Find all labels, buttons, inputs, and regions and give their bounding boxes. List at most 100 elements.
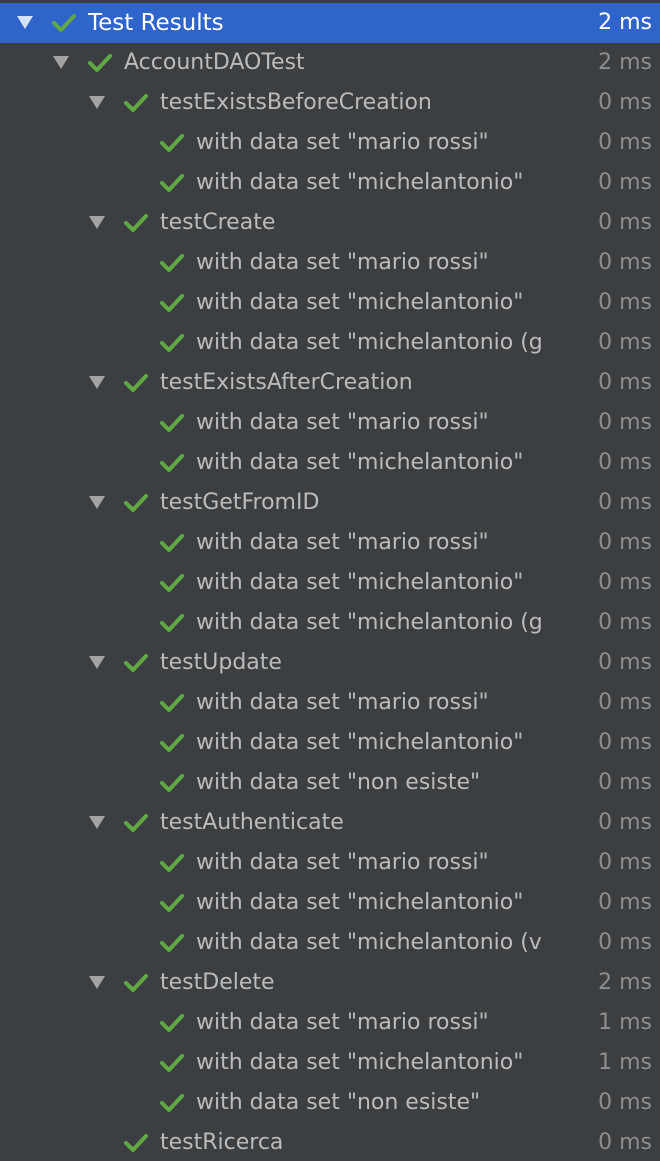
data-set-row[interactable]: with data set "non esiste" 0 ms xyxy=(0,1083,660,1123)
duration-label: 0 ms xyxy=(595,283,652,323)
data-set-row[interactable]: with data set "mario rossi" 0 ms xyxy=(0,843,660,883)
test-name-label: testGetFromID xyxy=(160,490,320,515)
duration-label: 0 ms xyxy=(595,83,652,123)
check-icon xyxy=(124,214,148,232)
data-set-row[interactable]: with data set "michelantonio" 0 ms xyxy=(0,723,660,763)
duration-label: 0 ms xyxy=(595,483,652,523)
duration-label: 0 ms xyxy=(595,763,652,803)
data-set-row[interactable]: with data set "michelantonio" 0 ms xyxy=(0,563,660,603)
chevron-down-icon[interactable] xyxy=(89,376,105,389)
check-icon xyxy=(160,334,184,352)
test-name-label: testCreate xyxy=(160,210,276,235)
test-name-label: with data set "michelantonio" xyxy=(196,1050,524,1075)
duration-label: 0 ms xyxy=(595,923,652,963)
test-name-label: Test Results xyxy=(88,10,224,36)
data-set-row[interactable]: with data set "mario rossi" 0 ms xyxy=(0,683,660,723)
check-icon xyxy=(124,814,148,832)
duration-label: 0 ms xyxy=(595,443,652,483)
check-icon xyxy=(160,414,184,432)
duration-label: 0 ms xyxy=(595,403,652,443)
duration-label: 0 ms xyxy=(595,883,652,923)
tree-row-testcreate[interactable]: testCreate 0 ms xyxy=(0,203,660,243)
tree-row-testdelete[interactable]: testDelete 2 ms xyxy=(0,963,660,1003)
data-set-row[interactable]: with data set "mario rossi" 1 ms xyxy=(0,1003,660,1043)
test-name-label: with data set "michelantonio" xyxy=(196,570,524,595)
tree-row-testauthenticate[interactable]: testAuthenticate 0 ms xyxy=(0,803,660,843)
check-icon xyxy=(160,694,184,712)
check-icon xyxy=(124,1134,148,1152)
chevron-down-icon[interactable] xyxy=(89,496,105,509)
duration-label: 0 ms xyxy=(595,363,652,403)
chevron-down-icon[interactable] xyxy=(53,56,69,69)
duration-label: 0 ms xyxy=(595,123,652,163)
chevron-down-icon[interactable] xyxy=(89,976,105,989)
duration-label: 2 ms xyxy=(595,3,652,43)
tree-row-testexistsaftercreation[interactable]: testExistsAfterCreation 0 ms xyxy=(0,363,660,403)
duration-label: 0 ms xyxy=(595,723,652,763)
tree-row-testexistsbeforecreation[interactable]: testExistsBeforeCreation 0 ms xyxy=(0,83,660,123)
data-set-row[interactable]: with data set "michelantonio (g 0 ms xyxy=(0,603,660,643)
check-icon xyxy=(124,94,148,112)
chevron-down-icon[interactable] xyxy=(89,656,105,669)
tree-row-testgetfromid[interactable]: testGetFromID 0 ms xyxy=(0,483,660,523)
data-set-row[interactable]: with data set "michelantonio (v 0 ms xyxy=(0,923,660,963)
test-name-label: with data set "mario rossi" xyxy=(196,250,489,275)
test-name-label: with data set "mario rossi" xyxy=(196,530,489,555)
check-icon xyxy=(160,454,184,472)
chevron-down-icon[interactable] xyxy=(89,216,105,229)
check-icon xyxy=(124,374,148,392)
data-set-row[interactable]: with data set "michelantonio" 0 ms xyxy=(0,283,660,323)
tree-row-testricerca[interactable]: testRicerca 0 ms xyxy=(0,1123,660,1161)
data-set-row[interactable]: with data set "michelantonio" 0 ms xyxy=(0,163,660,203)
data-set-row[interactable]: with data set "non esiste" 0 ms xyxy=(0,763,660,803)
duration-label: 0 ms xyxy=(595,643,652,683)
check-icon xyxy=(124,654,148,672)
data-set-row[interactable]: with data set "michelantonio" 0 ms xyxy=(0,883,660,923)
test-name-label: with data set "mario rossi" xyxy=(196,1010,489,1035)
test-name-label: testExistsAfterCreation xyxy=(160,370,413,395)
test-name-label: with data set "mario rossi" xyxy=(196,850,489,875)
data-set-row[interactable]: with data set "mario rossi" 0 ms xyxy=(0,523,660,563)
tree-root-row[interactable]: Test Results 2 ms xyxy=(0,3,660,43)
check-icon xyxy=(160,254,184,272)
chevron-down-icon[interactable] xyxy=(89,816,105,829)
duration-label: 1 ms xyxy=(595,1043,652,1083)
check-icon xyxy=(124,974,148,992)
data-set-row[interactable]: with data set "mario rossi" 0 ms xyxy=(0,403,660,443)
data-set-row[interactable]: with data set "michelantonio" 0 ms xyxy=(0,443,660,483)
duration-label: 0 ms xyxy=(595,843,652,883)
test-name-label: with data set "michelantonio" xyxy=(196,290,524,315)
test-results-tree[interactable]: Test Results 2 ms AccountDAOTest 2 ms testEx… xyxy=(0,0,660,1161)
check-icon xyxy=(160,1054,184,1072)
duration-label: 0 ms xyxy=(595,803,652,843)
test-name-label: with data set "michelantonio (g xyxy=(196,610,543,635)
test-name-label: AccountDAOTest xyxy=(124,50,305,75)
check-icon xyxy=(160,1094,184,1112)
check-icon xyxy=(124,494,148,512)
check-icon xyxy=(160,134,184,152)
data-set-row[interactable]: with data set "michelantonio" 1 ms xyxy=(0,1043,660,1083)
duration-label: 0 ms xyxy=(595,1083,652,1123)
duration-label: 1 ms xyxy=(595,1003,652,1043)
test-name-label: testAuthenticate xyxy=(160,810,344,835)
data-set-row[interactable]: with data set "mario rossi" 0 ms xyxy=(0,123,660,163)
data-set-row[interactable]: with data set "mario rossi" 0 ms xyxy=(0,243,660,283)
test-name-label: with data set "mario rossi" xyxy=(196,410,489,435)
chevron-down-icon[interactable] xyxy=(89,96,105,109)
check-icon xyxy=(88,54,112,72)
data-set-row[interactable]: with data set "michelantonio (g 0 ms xyxy=(0,323,660,363)
chevron-down-icon[interactable] xyxy=(17,16,33,29)
duration-label: 2 ms xyxy=(595,43,652,83)
check-icon xyxy=(160,734,184,752)
test-name-label: with data set "michelantonio" xyxy=(196,170,524,195)
tree-row-accountdaotest[interactable]: AccountDAOTest 2 ms xyxy=(0,43,660,83)
test-name-label: with data set "michelantonio (v xyxy=(196,930,542,955)
test-name-label: testRicerca xyxy=(160,1130,284,1155)
tree-row-testupdate[interactable]: testUpdate 0 ms xyxy=(0,643,660,683)
check-icon xyxy=(160,294,184,312)
test-name-label: with data set "michelantonio" xyxy=(196,450,524,475)
check-icon xyxy=(160,934,184,952)
test-name-label: testDelete xyxy=(160,970,275,995)
check-icon xyxy=(160,534,184,552)
duration-label: 0 ms xyxy=(595,243,652,283)
